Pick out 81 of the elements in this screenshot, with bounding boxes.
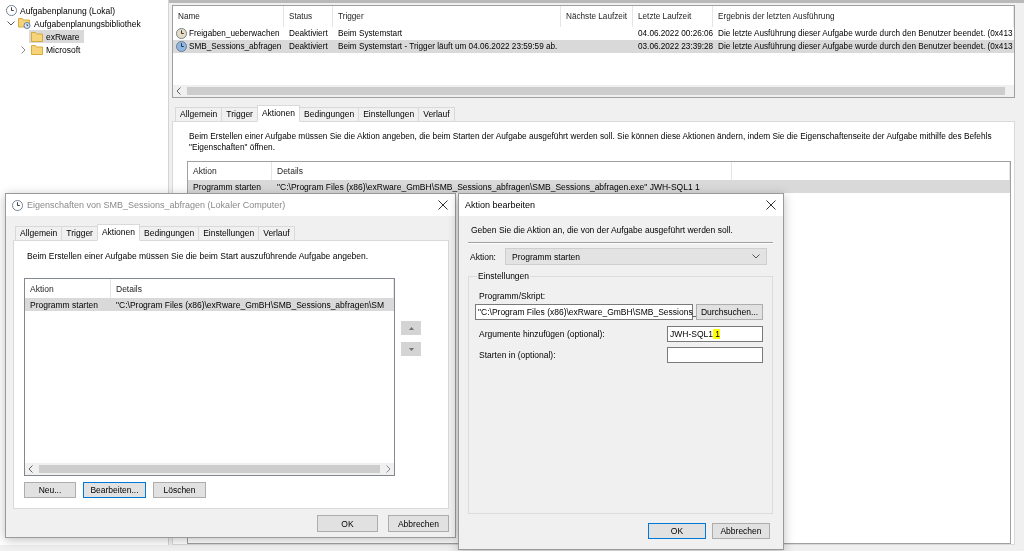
tree-item[interactable]: exRware [29,30,84,43]
field-label: Starten in (optional): [479,350,557,360]
window-title: Eigenschaften von SMB_Sessions_abfragen (Lokaler Computer) [27,200,286,210]
table-cell-text: Programm starten [192,180,263,193]
scroll-left-icon[interactable] [28,465,33,473]
tab[interactable]: Einstellungen [358,107,420,122]
scrollbar-thumb[interactable] [187,87,1005,95]
scroll-right-icon[interactable] [386,465,391,473]
tree-item[interactable]: Microsoft [29,43,85,56]
tree-item-label: Aufgabenplanungsbibliothek [34,18,141,29]
scroll-left-icon[interactable] [176,87,181,95]
tree-item-label: Microsoft [46,44,81,55]
tree-item-label: exRware [46,31,80,42]
group-title: Einstellungen [477,271,531,281]
clock-icon [176,28,187,39]
tree-item[interactable]: Aufgabenplanung (Lokal) [4,4,119,17]
cancel-button[interactable]: Abbrechen [712,523,770,539]
tab[interactable]: Aktionen [256,105,301,122]
tab[interactable]: Trigger [61,226,98,241]
ok-button[interactable]: OK [648,523,706,539]
table-cell-text: Programm starten [29,298,100,311]
clock-icon [176,41,187,52]
tab[interactable]: Verlauf [258,226,295,241]
tab[interactable]: Allgemein [15,226,63,241]
move-up-button[interactable] [401,321,421,335]
table-cell-text: "C:\Program Files (x86)\exRware_GmBH\SMB_Sessions_abfragen\SMB_Sessions_abfragen.exe" JWH-SQL1 1 [276,180,701,193]
tab[interactable]: Allgemein [175,107,223,122]
start-in-field[interactable] [667,347,763,363]
table-cell: Freigaben_ueberwachen [189,29,280,38]
tab[interactable]: Bedingungen [299,107,360,122]
table-row[interactable]: Programm starten "C:\Program Files (x86)\exRware_GmBH\SMB_Sessions_abfragen\SMB_Sessions_abfragen.exe" JWH-SQL1 1 [188,180,1010,193]
edit-button[interactable]: Bearbeiten... [83,482,146,498]
description-text: Beim Erstellen einer Aufgabe müssen Sie die Aktion angeben, die beim Starten der Aufgabe ausgeführt werden soll. Sie können diese Aktionen ändern, indem Sie die Eigenschaftenseite der Aufgabe mithilfe des Befehls "Eigenschaften" öffnen. [189,131,993,153]
table-cell-text: Die letzte Ausführung dieser Aufgabe wurde durch den Benutzer beendet. (0x413 [717,41,1014,53]
instruction-text: Geben Sie die Aktion an, die von der Aufgabe ausgeführt werden soll. [471,225,734,236]
tab[interactable]: Bedingungen [139,226,200,241]
field-label: Programm/Skript: [479,291,547,301]
cancel-button[interactable]: Abbrechen [388,515,449,532]
table-cell-text: "C:\Program Files (x86)\exRware_GmBH\SMB_Sessions_abfragen\SM [115,298,386,311]
ok-button[interactable]: OK [317,515,378,532]
new-button[interactable]: Neu... [24,482,76,498]
tab[interactable]: Verlauf [418,107,455,122]
list-row[interactable]: Programm starten "C:\Program Files (x86)\exRware_GmBH\SMB_Sessions_abfragen\SM [25,298,394,311]
close-icon[interactable] [766,200,776,210]
clock-icon [12,199,23,211]
folder-icon [31,31,43,42]
tab[interactable]: Einstellungen [198,226,260,241]
table-cell-text: 04.06.2022 00:26:06 [637,28,713,40]
field-label: Aktion: [470,251,497,262]
table-row[interactable]: Freigaben_ueberwachen Deaktiviert Beim Systemstart 04.06.2022 00:26:06 Die letzte Ausführung dieser Aufgabe wurde durch den Benutzer beendet. (0x413 [173,27,1014,40]
horizontal-scrollbar[interactable] [173,85,1014,97]
folder-clock-icon [18,18,31,29]
clock-icon [6,5,17,16]
horizontal-scrollbar[interactable] [25,463,394,475]
table-cell-text: Die letzte Ausführung dieser Aufgabe wurde durch den Benutzer beendet. (0x413 [717,28,1014,40]
table-row[interactable]: SMB_Sessions_abfragen Deaktiviert Beim Systemstart - Trigger läuft um 04.06.2022 23:59:59 ab. 03.06.2022 23:39:28 Die letzte Ausführung dieser Aufgabe wurde durch den Benutzer beendet. (0x413 [173,40,1014,53]
chevron-right-icon[interactable] [21,45,26,54]
table-cell-text: Beim Systemstart [337,28,404,40]
delete-button[interactable]: Löschen [153,482,206,498]
table-cell-text: Beim Systemstart - Trigger läuft um 04.06.2022 23:59:59 ab. [337,41,559,53]
table-cell: SMB_Sessions_abfragen [189,42,282,51]
caret-down-icon [408,347,414,351]
tab[interactable]: Aktionen [96,224,141,241]
tree-item-label: Aufgabenplanung (Lokal) [20,5,115,16]
scrollbar-thumb[interactable] [39,465,380,473]
table-cell-text: Deaktiviert [288,28,329,40]
close-icon[interactable] [438,200,448,210]
table-cell-text: Deaktiviert [288,41,329,53]
caret-up-icon [408,326,414,330]
tree-item[interactable]: Aufgabenplanungsbibliothek [16,17,145,30]
table-cell-text: 03.06.2022 23:39:28 [637,41,713,53]
action-dropdown[interactable]: Programm starten [505,248,767,265]
tab[interactable]: Trigger [221,107,258,122]
chevron-down-icon[interactable] [6,21,15,26]
field-label: Argumente hinzufügen (optional): [479,329,606,339]
arguments-field[interactable]: JWH-SQL1 1 [667,326,763,342]
instruction-text: Beim Erstellen einer Aufgabe müssen Sie die beim Start auszuführende Aufgabe angeben. [27,251,370,262]
window-title: Aktion bearbeiten [465,200,536,210]
browse-button[interactable]: Durchsuchen... [696,304,763,320]
move-down-button[interactable] [401,342,421,356]
chevron-down-icon [752,254,760,259]
